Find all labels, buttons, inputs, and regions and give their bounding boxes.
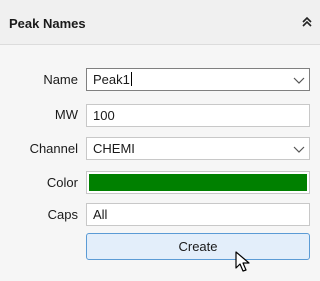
panel-title: Peak Names [9,16,86,31]
mouse-pointer-icon [235,251,250,272]
channel-select[interactable]: CHEMI [86,137,310,160]
color-picker[interactable] [86,171,310,194]
caps-input[interactable]: All [86,203,310,226]
panel-header: Peak Names [0,0,320,45]
name-label: Name [43,72,78,87]
chevron-down-icon[interactable] [293,75,305,85]
text-caret [130,72,132,86]
color-label: Color [46,175,78,190]
peak-names-panel: Peak Names Name Peak1 MW 100 Channel CHE… [0,0,320,281]
chevron-down-icon[interactable] [293,144,305,154]
channel-label: Channel [29,141,78,156]
mw-label: MW [54,107,78,122]
color-swatch-fill [89,174,307,191]
name-value: Peak1 [93,72,130,87]
create-button[interactable]: Create [86,233,310,260]
channel-value: CHEMI [93,141,135,156]
collapse-button[interactable] [298,13,316,31]
caps-value: All [93,207,108,222]
mw-input[interactable]: 100 [86,104,310,127]
double-chevron-up-icon [302,16,312,27]
caps-label: Caps [47,207,78,222]
mw-value: 100 [93,108,115,123]
name-combobox[interactable]: Peak1 [86,68,310,91]
